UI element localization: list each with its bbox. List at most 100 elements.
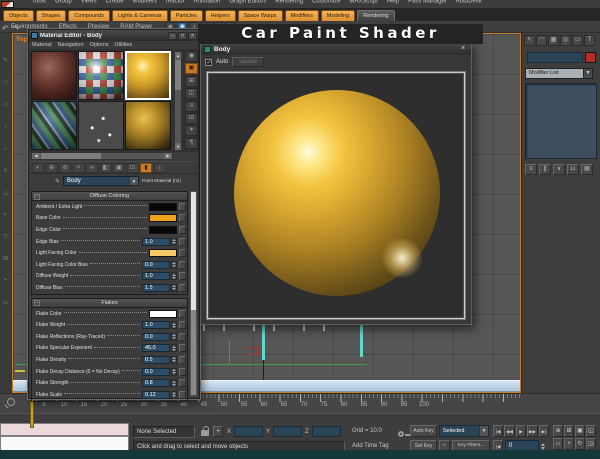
undo-icon[interactable]: ↶ — [2, 24, 9, 33]
viewport-label[interactable]: Top — [16, 36, 27, 43]
value-field[interactable]: 0.0 — [142, 333, 170, 341]
value-field[interactable]: 0.0 — [142, 261, 170, 269]
sample-slot-scrollbar-vertical[interactable]: ▲ ▼ — [174, 51, 182, 151]
key-mode-dropdown[interactable]: Selected ▼ — [439, 425, 489, 437]
zoom-all-icon[interactable]: ⊞ — [564, 425, 574, 437]
chevron-down-icon[interactable]: ▼ — [129, 177, 138, 185]
sample-type-icon[interactable]: ◉ — [185, 51, 198, 62]
value-field[interactable]: 1.5 — [142, 284, 170, 292]
left-toolbar-icon[interactable]: △ — [3, 190, 8, 196]
spinner-arrows[interactable] — [171, 272, 177, 280]
show-map-icon[interactable]: ⊡ — [127, 163, 139, 173]
gold-car-paint-material[interactable] — [125, 51, 171, 100]
spinner-arrows[interactable] — [171, 344, 177, 352]
map-button[interactable] — [179, 203, 186, 211]
minimize-icon[interactable]: ─ — [168, 32, 177, 40]
toolbar-tab[interactable]: Rendering — [357, 10, 394, 21]
speckle-material[interactable] — [78, 101, 124, 150]
rollout-header[interactable]: Diffuse Coloring — [32, 192, 187, 201]
material-name-dropdown[interactable]: Body ▼ — [63, 176, 139, 186]
motion-tab-icon[interactable]: ◎ — [560, 35, 571, 46]
value-field[interactable]: 0.8 — [142, 379, 170, 387]
spinner-arrows[interactable] — [171, 379, 177, 387]
menu-item[interactable]: MAXScript — [349, 0, 377, 7]
remove-modifier-icon[interactable]: ⊔ — [567, 164, 579, 175]
menu-item[interactable]: Pass Manager — [408, 0, 447, 7]
object-color-swatch[interactable] — [585, 52, 596, 63]
toolbar-tab[interactable]: Shapes — [36, 10, 67, 21]
get-material-icon[interactable]: ◐ — [32, 163, 44, 173]
arc-rotate-icon[interactable]: ↻ — [575, 438, 585, 450]
min-max-toggle-icon[interactable]: ◲ — [586, 438, 596, 450]
left-toolbar-icon[interactable]: ◇ — [3, 102, 8, 108]
options-icon[interactable]: ∗ — [185, 125, 198, 136]
select-by-material-icon[interactable]: ¶ — [185, 138, 198, 149]
spinner-arrows[interactable] — [171, 284, 177, 292]
spinner-arrows[interactable] — [171, 356, 177, 364]
menu-item[interactable]: Views — [81, 0, 97, 7]
menu-item[interactable]: Customize — [312, 0, 340, 7]
menu-item[interactable]: Group — [55, 0, 72, 7]
update-button[interactable]: Update — [232, 57, 264, 67]
menu-item[interactable]: Rendering — [275, 0, 303, 7]
spinner-arrows[interactable] — [171, 368, 177, 376]
add-time-tag[interactable]: Add Time Tag — [352, 443, 389, 449]
menu-item[interactable]: Animation — [194, 0, 221, 7]
color-swatch[interactable] — [149, 249, 177, 257]
reset-map-icon[interactable]: × — [73, 163, 85, 173]
assign-material-icon[interactable]: ⊘ — [59, 163, 71, 173]
left-toolbar-icon[interactable]: □ — [4, 80, 8, 86]
map-button[interactable] — [179, 272, 186, 280]
map-button[interactable] — [179, 261, 186, 269]
absolute-relative-toggle[interactable]: + — [213, 426, 223, 437]
zoom-region-icon[interactable]: ◱ — [586, 425, 596, 437]
background-icon[interactable]: ⊞ — [185, 76, 198, 87]
map-button[interactable] — [179, 356, 186, 364]
dark-gold-material[interactable] — [125, 101, 171, 150]
left-toolbar-icon[interactable]: + — [4, 278, 8, 284]
scrollbar-thumb[interactable] — [191, 192, 196, 310]
go-start-icon[interactable]: |◀ — [493, 425, 503, 437]
make-unique-icon[interactable]: ∨ — [553, 164, 565, 175]
close-icon[interactable]: × — [458, 45, 468, 54]
map-button[interactable] — [179, 226, 186, 234]
menu-item[interactable]: Graph Editors — [229, 0, 266, 7]
value-field[interactable]: 0.12 — [142, 391, 170, 399]
map-button[interactable] — [179, 333, 186, 341]
menu-item[interactable]: Tools — [32, 0, 46, 7]
map-button[interactable] — [179, 368, 186, 376]
object-name-field[interactable] — [527, 52, 583, 63]
field-of-view-icon[interactable]: ▱ — [553, 438, 563, 450]
put-material-icon[interactable]: ⊕ — [46, 163, 58, 173]
axis-value-field[interactable] — [234, 426, 263, 437]
zoom-icon[interactable]: ⊕ — [553, 425, 563, 437]
axis-value-field[interactable] — [312, 426, 341, 437]
selection-lock-icon[interactable] — [201, 430, 209, 436]
left-toolbar-icon[interactable]: ◐ — [4, 212, 8, 218]
modifier-list-dropdown[interactable]: Modifier List ▼ — [525, 68, 593, 79]
pin-stack-icon[interactable]: ≡ — [525, 164, 537, 175]
toolbar-tab[interactable]: Space Warps — [238, 10, 283, 21]
auto-key-button[interactable]: Auto Key — [410, 425, 437, 437]
map-button[interactable] — [179, 284, 186, 292]
collapse-icon[interactable] — [34, 300, 40, 306]
play-icon[interactable]: ▶ — [516, 425, 526, 437]
scroll-down-icon[interactable]: ▼ — [175, 143, 181, 150]
material-id-icon[interactable]: ▣ — [113, 163, 125, 173]
shader-window-titlebar[interactable]: Body × — [201, 43, 471, 55]
toolbar-tab[interactable]: Lights & Cameras — [112, 10, 168, 21]
map-button[interactable] — [179, 379, 186, 387]
show-end-result-icon[interactable]: ∥ — [539, 164, 551, 175]
menu-item[interactable]: Modifiers — [133, 0, 157, 7]
color-swatch[interactable] — [149, 203, 177, 211]
left-toolbar-icon[interactable]: ▽ — [3, 234, 8, 240]
toolbar-tab[interactable]: Objects — [3, 10, 34, 21]
spinner-arrows[interactable] — [171, 238, 177, 246]
spinner-arrows[interactable] — [171, 391, 177, 399]
left-toolbar-icon[interactable]: ≡ — [4, 168, 8, 174]
make-unique-icon[interactable]: ∞ — [86, 163, 98, 173]
toolbar-tab[interactable]: Particles — [170, 10, 203, 21]
display-tab-icon[interactable]: ▭ — [572, 35, 583, 46]
spinner-arrows[interactable] — [171, 333, 177, 341]
sample-slot-scrollbar-horizontal[interactable]: ◀ ▶ — [31, 152, 173, 160]
